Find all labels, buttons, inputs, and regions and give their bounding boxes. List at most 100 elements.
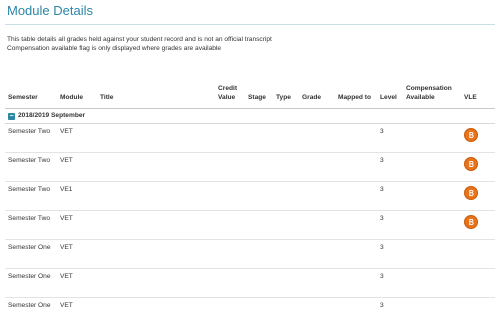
cell-grade: [299, 268, 335, 298]
cell-semester: Semester One: [5, 268, 57, 298]
header-title: Title: [97, 80, 215, 109]
cell-mapped-to: [335, 239, 377, 269]
cell-compensation: [403, 268, 461, 298]
cell-level: 3: [377, 181, 403, 211]
cell-mapped-to: [335, 123, 377, 153]
blackboard-b-icon[interactable]: [464, 157, 478, 171]
cell-title: [97, 239, 215, 269]
cell-module: VET: [57, 152, 97, 182]
cell-semester: Semester Two: [5, 210, 57, 240]
cell-mapped-to: [335, 152, 377, 182]
cell-semester: Semester Two: [5, 181, 57, 211]
cell-level: 3: [377, 239, 403, 269]
cell-grade: [299, 239, 335, 269]
cell-vle: [461, 239, 495, 269]
cell-grade: [299, 210, 335, 240]
blackboard-b-icon[interactable]: [464, 186, 478, 200]
blackboard-b-icon[interactable]: [464, 215, 478, 229]
cell-compensation: [403, 152, 461, 182]
cell-semester: Semester One: [5, 297, 57, 320]
cell-level: 3: [377, 123, 403, 153]
cell-stage: [245, 181, 273, 211]
cell-title: [97, 152, 215, 182]
cell-module: VET: [57, 123, 97, 153]
cell-credit-value: [215, 210, 245, 240]
table-row: Semester Two VET 3: [5, 210, 495, 240]
cell-title: [97, 297, 215, 320]
header-level: Level: [377, 80, 403, 109]
cell-module: VET: [57, 210, 97, 240]
cell-mapped-to: [335, 297, 377, 320]
cell-type: [273, 268, 299, 298]
cell-vle: [461, 152, 495, 182]
cell-semester: Semester Two: [5, 152, 57, 182]
cell-credit-value: [215, 123, 245, 153]
cell-credit-value: [215, 297, 245, 320]
cell-compensation: [403, 239, 461, 269]
page-title: Module Details: [7, 3, 93, 18]
header-stage: Stage: [245, 80, 273, 109]
cell-type: [273, 210, 299, 240]
page-description: This table details all grades held again…: [7, 35, 272, 53]
cell-stage: [245, 239, 273, 269]
cell-stage: [245, 123, 273, 153]
header-grade: Grade: [299, 80, 335, 109]
cell-type: [273, 152, 299, 182]
cell-title: [97, 210, 215, 240]
header-type: Type: [273, 80, 299, 109]
cell-vle: [461, 123, 495, 153]
cell-module: VET: [57, 297, 97, 320]
table-row: Semester Two VE1 3: [5, 181, 495, 211]
cell-stage: [245, 152, 273, 182]
cell-mapped-to: [335, 181, 377, 211]
cell-stage: [245, 268, 273, 298]
cell-mapped-to: [335, 268, 377, 298]
group-cell: −2018/2019 September: [5, 108, 495, 124]
cell-title: [97, 181, 215, 211]
description-line: Compensation available flag is only disp…: [7, 45, 222, 52]
group-row[interactable]: −2018/2019 September: [5, 108, 495, 124]
cell-compensation: [403, 123, 461, 153]
table-header-row: Semester Module Title Credit Value Stage…: [5, 80, 495, 109]
table-row: Semester One VET 3: [5, 239, 495, 269]
cell-level: 3: [377, 210, 403, 240]
header-mapped-to: Mapped to: [335, 80, 377, 109]
cell-level: 3: [377, 297, 403, 320]
cell-type: [273, 297, 299, 320]
cell-credit-value: [215, 181, 245, 211]
cell-credit-value: [215, 239, 245, 269]
cell-credit-value: [215, 152, 245, 182]
collapse-minus-icon[interactable]: −: [8, 113, 15, 120]
cell-credit-value: [215, 268, 245, 298]
cell-stage: [245, 210, 273, 240]
cell-stage: [245, 297, 273, 320]
module-details-page: Module Details This table details all gr…: [0, 0, 500, 320]
header-vle: VLE: [461, 80, 495, 109]
cell-type: [273, 123, 299, 153]
cell-grade: [299, 123, 335, 153]
description-line: This table details all grades held again…: [7, 36, 272, 43]
cell-title: [97, 268, 215, 298]
title-divider: [5, 24, 495, 25]
module-table: Semester Module Title Credit Value Stage…: [5, 80, 495, 320]
cell-level: 3: [377, 152, 403, 182]
cell-mapped-to: [335, 210, 377, 240]
cell-semester: Semester Two: [5, 123, 57, 153]
header-compensation: Compensation Available: [403, 80, 461, 109]
cell-compensation: [403, 297, 461, 320]
cell-grade: [299, 152, 335, 182]
cell-compensation: [403, 181, 461, 211]
group-label: 2018/2019 September: [18, 112, 86, 119]
cell-compensation: [403, 210, 461, 240]
cell-module: VET: [57, 239, 97, 269]
cell-vle: [461, 210, 495, 240]
cell-grade: [299, 297, 335, 320]
header-module: Module: [57, 80, 97, 109]
cell-vle: [461, 268, 495, 298]
cell-type: [273, 181, 299, 211]
blackboard-b-icon[interactable]: [464, 128, 478, 142]
cell-title: [97, 123, 215, 153]
header-semester: Semester: [5, 80, 57, 109]
table-row: Semester Two VET 3: [5, 123, 495, 153]
cell-vle: [461, 181, 495, 211]
